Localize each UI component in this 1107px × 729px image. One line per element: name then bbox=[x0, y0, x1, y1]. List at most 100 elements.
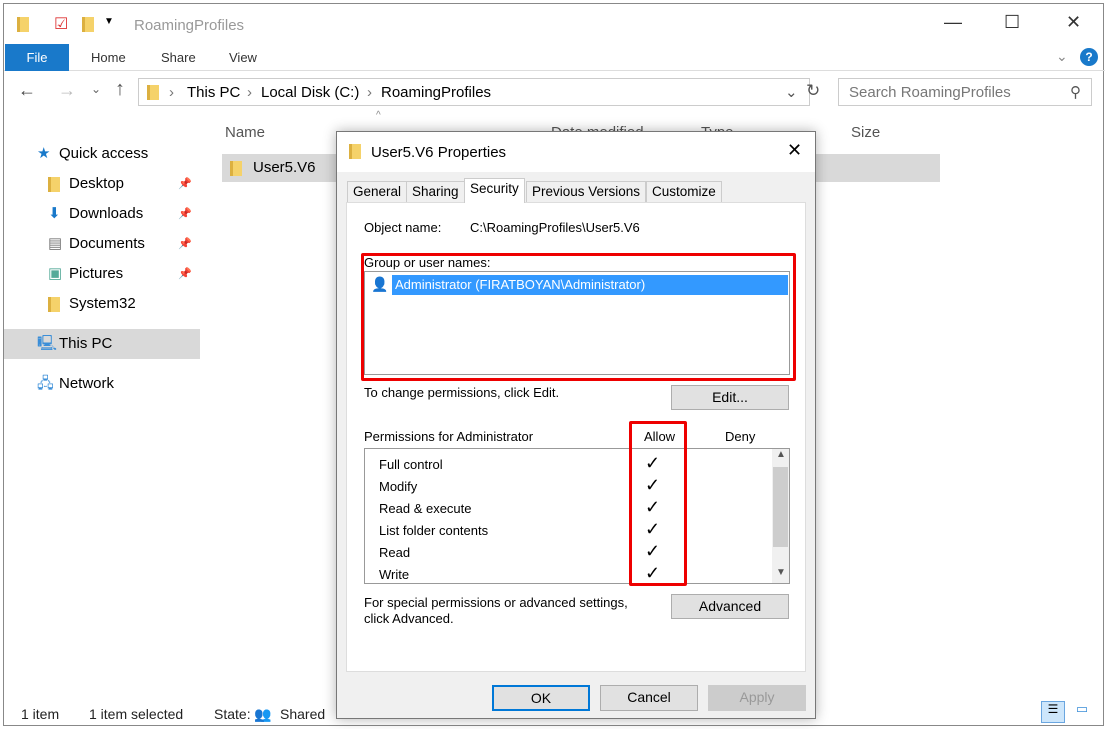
object-name-label: Object name: bbox=[364, 220, 442, 235]
folder-icon bbox=[48, 297, 60, 312]
selected-count: 1 item selected bbox=[89, 706, 184, 722]
permission-row: Write ✓ bbox=[365, 563, 770, 587]
permissions-label: Permissions for Administrator bbox=[364, 429, 534, 444]
properties-icon[interactable]: ☑ bbox=[54, 14, 68, 34]
nav-system32[interactable]: System32 bbox=[4, 289, 200, 319]
column-size[interactable]: Size bbox=[851, 124, 880, 141]
dialog-title: User5.V6 Properties bbox=[371, 144, 507, 161]
recent-dropdown-icon[interactable]: ⌄ bbox=[91, 82, 101, 96]
up-icon[interactable]: ↑ bbox=[115, 78, 125, 101]
permission-name: Read & execute bbox=[379, 501, 472, 516]
pictures-icon: ▣ bbox=[48, 265, 63, 282]
document-icon: ▤ bbox=[48, 235, 63, 252]
ribbon: File Home Share View ⌄ ? bbox=[4, 44, 1105, 71]
ok-button[interactable]: OK bbox=[492, 685, 590, 711]
search-placeholder: Search RoamingProfiles bbox=[849, 84, 1011, 101]
forward-icon[interactable]: → bbox=[58, 80, 76, 101]
special-permissions-text-2: click Advanced. bbox=[364, 611, 454, 626]
pin-icon[interactable]: 📌 bbox=[178, 199, 192, 229]
new-folder-icon[interactable] bbox=[82, 17, 94, 32]
folder-icon bbox=[147, 85, 159, 100]
cancel-button[interactable]: Cancel bbox=[600, 685, 698, 711]
pin-icon[interactable]: 📌 bbox=[178, 259, 192, 289]
address-bar[interactable]: › This PC › Local Disk (C:) › RoamingPro… bbox=[138, 78, 810, 106]
tab-general[interactable]: General bbox=[347, 181, 408, 203]
properties-dialog: User5.V6 Properties ✕ General Sharing Se… bbox=[336, 131, 816, 719]
pin-icon[interactable]: 📌 bbox=[178, 229, 192, 259]
close-button[interactable]: ✕ bbox=[1066, 12, 1081, 33]
tab-previous-versions[interactable]: Previous Versions bbox=[526, 181, 647, 203]
dialog-titlebar: User5.V6 Properties ✕ bbox=[337, 132, 815, 172]
security-panel: Object name: C:\RoamingProfiles\User5.V6… bbox=[346, 202, 806, 672]
deny-header: Deny bbox=[725, 429, 756, 444]
address-dropdown-icon[interactable]: ⌄ bbox=[785, 83, 798, 101]
folder-icon bbox=[48, 177, 60, 192]
special-permissions-text-1: For special permissions or advanced sett… bbox=[364, 595, 628, 610]
nav-network[interactable]: 🖧 Network bbox=[4, 369, 200, 399]
tab-share[interactable]: Share bbox=[161, 44, 196, 71]
breadcrumb-local-disk[interactable]: Local Disk (C:) bbox=[261, 84, 359, 101]
permission-row: Read ✓ bbox=[365, 541, 770, 565]
advanced-button[interactable]: Advanced bbox=[671, 594, 789, 619]
download-icon: ⬇ bbox=[48, 205, 61, 222]
nav-desktop[interactable]: Desktop 📌 bbox=[4, 169, 200, 199]
quick-access-dropdown-icon[interactable]: ▼ bbox=[104, 16, 114, 27]
breadcrumb-this-pc[interactable]: This PC bbox=[187, 84, 240, 101]
tab-customize[interactable]: Customize bbox=[646, 181, 722, 203]
search-icon: ⚲ bbox=[1070, 84, 1081, 101]
permission-row: Read & execute ✓ bbox=[365, 497, 770, 521]
scrollbar[interactable]: ▲ ▼ bbox=[772, 449, 789, 583]
scroll-up-icon[interactable]: ▲ bbox=[776, 449, 786, 460]
permission-name: Write bbox=[379, 567, 410, 582]
pin-icon[interactable]: 📌 bbox=[178, 169, 192, 199]
folder-icon bbox=[349, 144, 361, 159]
permission-name: Full control bbox=[379, 457, 443, 472]
allow-highlight-box bbox=[629, 421, 687, 586]
breadcrumb-roamingprofiles[interactable]: RoamingProfiles bbox=[381, 84, 491, 101]
details-view-button[interactable]: ☰ bbox=[1041, 701, 1065, 723]
refresh-icon[interactable]: ↻ bbox=[806, 81, 820, 101]
permission-row: List folder contents ✓ bbox=[365, 519, 770, 543]
scroll-thumb[interactable] bbox=[773, 467, 788, 547]
state-value: Shared bbox=[280, 706, 326, 722]
nav-documents[interactable]: ▤ Documents 📌 bbox=[4, 229, 200, 259]
edit-button[interactable]: Edit... bbox=[671, 385, 789, 410]
network-icon: 🖧 bbox=[37, 375, 54, 392]
tab-view[interactable]: View bbox=[229, 44, 257, 71]
permission-row: Modify ✓ bbox=[365, 475, 770, 499]
item-count: 1 item bbox=[21, 706, 60, 722]
object-name-value: C:\RoamingProfiles\User5.V6 bbox=[470, 220, 640, 235]
tab-home[interactable]: Home bbox=[91, 44, 126, 71]
help-icon[interactable]: ? bbox=[1080, 48, 1098, 66]
minimize-button[interactable]: — bbox=[944, 12, 962, 33]
tab-file[interactable]: File bbox=[5, 44, 69, 71]
folder-icon bbox=[17, 17, 29, 32]
maximize-button[interactable]: ☐ bbox=[1004, 12, 1020, 33]
folder-icon bbox=[230, 161, 242, 176]
expand-ribbon-icon[interactable]: ⌄ bbox=[1056, 48, 1068, 65]
nav-this-pc[interactable]: 🖳 This PC bbox=[4, 329, 200, 359]
computer-icon: 🖳 bbox=[37, 335, 58, 352]
tab-security[interactable]: Security bbox=[464, 178, 525, 203]
tab-sharing[interactable]: Sharing bbox=[406, 181, 465, 203]
scroll-down-icon[interactable]: ▼ bbox=[776, 567, 786, 578]
nav-quick-access[interactable]: ★ Quick access bbox=[4, 139, 200, 169]
nav-pictures[interactable]: ▣ Pictures 📌 bbox=[4, 259, 200, 289]
star-icon: ★ bbox=[37, 145, 51, 162]
state-label: State: bbox=[214, 706, 251, 722]
change-permissions-text: To change permissions, click Edit. bbox=[364, 385, 560, 400]
nav-downloads[interactable]: ⬇ Downloads 📌 bbox=[4, 199, 200, 229]
sort-ascending-icon: ^ bbox=[376, 110, 381, 121]
large-icons-view-button[interactable]: ▭ bbox=[1070, 701, 1094, 723]
back-icon[interactable]: ← bbox=[18, 80, 36, 101]
permission-name: Modify bbox=[379, 479, 418, 494]
file-name: User5.V6 bbox=[253, 159, 316, 176]
search-input[interactable]: Search RoamingProfiles ⚲ bbox=[838, 78, 1092, 106]
column-name[interactable]: Name bbox=[225, 124, 265, 141]
permission-name: Read bbox=[379, 545, 411, 560]
dialog-close-button[interactable]: ✕ bbox=[787, 140, 802, 161]
permission-name: List folder contents bbox=[379, 523, 489, 538]
permissions-list[interactable]: ▲ ▼ Full control ✓ Modify ✓ Read & execute ✓ L… bbox=[364, 448, 790, 584]
apply-button[interactable]: Apply bbox=[708, 685, 806, 711]
permission-row: Full control ✓ bbox=[365, 453, 770, 477]
